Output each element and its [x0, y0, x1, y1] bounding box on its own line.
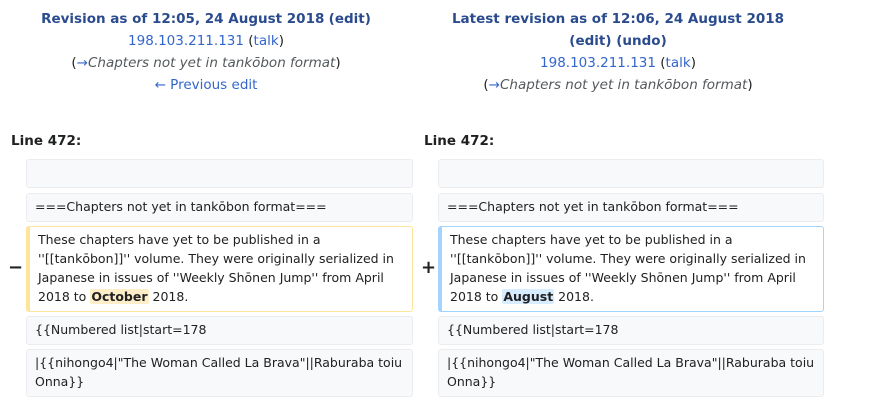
left-revision-title-line: Revision as of 12:05, 24 August 2018 (ed…: [0, 8, 412, 30]
left-revision-header: Revision as of 12:05, 24 August 2018 (ed…: [0, 8, 412, 96]
left-user-link[interactable]: 198.103.211.131: [128, 33, 244, 49]
added-word-highlight: August: [502, 289, 555, 304]
added-text-after: 2018.: [558, 289, 594, 304]
right-user-line: 198.103.211.131 (talk): [540, 55, 696, 71]
left-section-arrow-link[interactable]: →: [77, 55, 88, 71]
undo-link[interactable]: undo: [622, 33, 660, 49]
right-talk-link[interactable]: talk: [666, 55, 691, 71]
left-talk-link[interactable]: talk: [254, 33, 279, 49]
left-context-nihongo: |{{nihongo4|"The Woman Called La Brava"|…: [26, 349, 413, 397]
left-context-numbered-list: {{Numbered list|start=178: [26, 316, 413, 345]
left-paren-close: ): [364, 11, 371, 27]
removed-marker: −: [8, 257, 24, 278]
left-edit-summary: (→Chapters not yet in tankōbon format): [71, 55, 341, 71]
left-summary-text: Chapters not yet in tankōbon format: [87, 55, 336, 71]
right-context-heading: ===Chapters not yet in tankōbon format==…: [438, 193, 824, 222]
left-prev-edit-line: ← Previous edit: [0, 74, 412, 96]
previous-edit-link[interactable]: ← Previous edit: [155, 77, 258, 93]
left-line-number: Line 472:: [11, 133, 82, 149]
right-context-numbered-list: {{Numbered list|start=178: [438, 316, 824, 345]
right-edit-link[interactable]: edit: [575, 33, 605, 49]
right-context-nihongo: |{{nihongo4|"The Woman Called La Brava"|…: [438, 349, 824, 397]
right-revision-title-line: Latest revision as of 12:06, 24 August 2…: [412, 8, 824, 30]
right-line-number: Line 472:: [424, 133, 495, 149]
removed-line: These chapters have yet to be published …: [26, 226, 413, 312]
right-summary-text: Chapters not yet in tankōbon format: [499, 77, 748, 93]
right-user-link[interactable]: 198.103.211.131: [540, 55, 656, 71]
left-user-line: 198.103.211.131 (talk): [0, 30, 412, 52]
added-line: These chapters have yet to be published …: [438, 226, 824, 312]
left-context-empty: [26, 159, 413, 188]
right-edit-summary: (→Chapters not yet in tankōbon format): [483, 77, 753, 93]
right-revision-title[interactable]: Latest revision as of 12:06, 24 August 2…: [452, 11, 784, 27]
added-marker: +: [421, 257, 437, 278]
left-revision-title[interactable]: Revision as of 12:05, 24 August 2018: [41, 11, 324, 27]
left-talk-paren-close: ): [278, 33, 284, 49]
right-section-arrow-link[interactable]: →: [489, 77, 500, 93]
left-edit-link[interactable]: edit: [335, 11, 365, 27]
left-context-heading: ===Chapters not yet in tankōbon format==…: [26, 193, 413, 222]
right-context-empty: [438, 159, 824, 188]
right-actions-line: (edit) (undo): [569, 33, 667, 49]
removed-word-highlight: October: [90, 289, 149, 304]
removed-text-after: 2018.: [152, 289, 189, 304]
right-revision-header: Latest revision as of 12:06, 24 August 2…: [412, 8, 824, 96]
